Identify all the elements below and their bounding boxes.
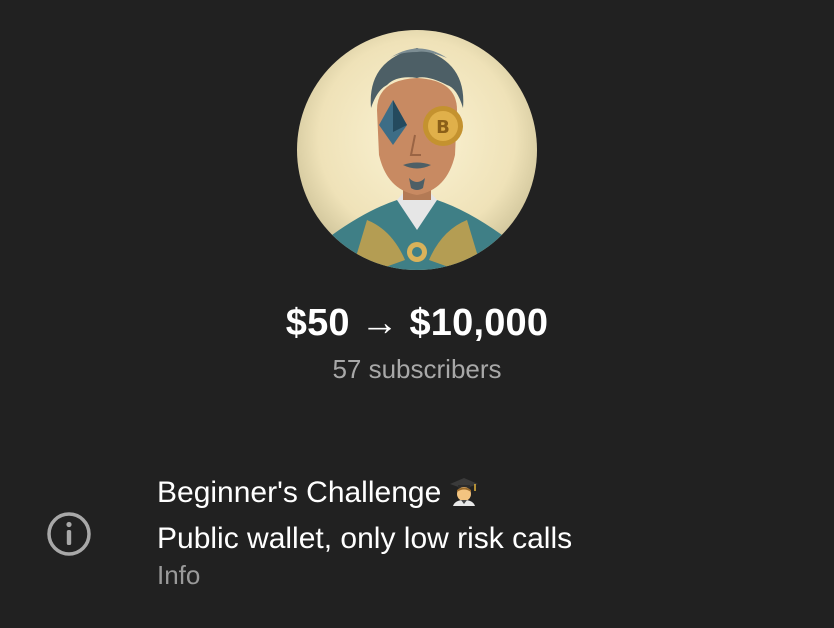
info-row[interactable]: Beginner's Challenge Public wallet, only… bbox=[0, 468, 834, 598]
subscriber-count: 57 subscribers bbox=[332, 354, 502, 384]
info-label: Info bbox=[157, 560, 201, 590]
avatar-crypto-man-icon: B bbox=[317, 48, 517, 270]
description-line-1: Beginner's Challenge bbox=[157, 472, 572, 518]
description-line-1-text: Beginner's Challenge bbox=[157, 476, 442, 509]
channel-avatar[interactable]: B bbox=[297, 30, 537, 270]
student-emoji-icon bbox=[449, 476, 479, 518]
svg-text:B: B bbox=[436, 117, 450, 138]
channel-title: $50 → $10,000 bbox=[285, 302, 549, 344]
description-line-2: Public wallet, only low risk calls bbox=[157, 522, 573, 555]
info-icon bbox=[46, 511, 92, 557]
channel-profile-page: B $50 → $10,000 57 subscribers Beginner'… bbox=[0, 0, 834, 628]
channel-description: Beginner's Challenge Public wallet, only… bbox=[157, 472, 572, 560]
